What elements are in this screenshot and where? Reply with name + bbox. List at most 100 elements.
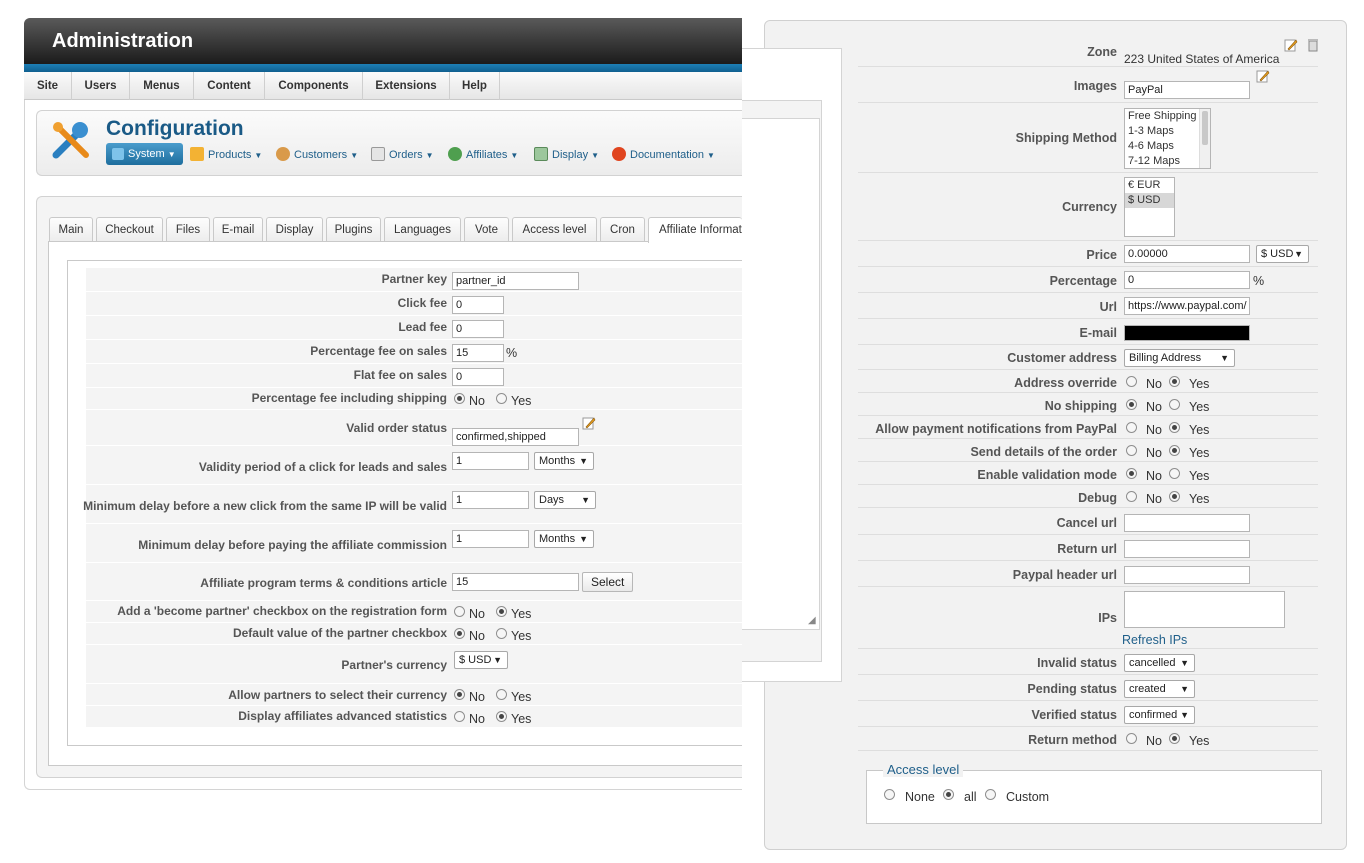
submenu-documentation[interactable]: Documentation ▼ [612, 146, 715, 164]
refresh-ips-link[interactable]: Refresh IPs [1122, 633, 1187, 647]
list-item[interactable]: 7-12 Maps [1125, 154, 1210, 168]
images-input[interactable]: PayPal [1124, 81, 1250, 99]
access-custom-radio[interactable] [985, 789, 996, 800]
list-item[interactable]: € EUR [1125, 178, 1174, 193]
verified-status-select[interactable]: confirmed ▼ [1124, 706, 1195, 724]
debug-no-radio[interactable] [1126, 491, 1137, 502]
no-shipping-yes-radio[interactable] [1169, 399, 1180, 410]
scrollbar[interactable] [1199, 109, 1210, 168]
ips-textarea[interactable] [1124, 591, 1285, 628]
list-item[interactable]: 4-6 Maps [1125, 139, 1210, 154]
become-partner-yes-radio[interactable] [496, 606, 507, 617]
trash-icon[interactable] [1306, 38, 1320, 52]
min-delay-click-unit-select[interactable]: Days ▼ [534, 491, 596, 509]
access-none-radio[interactable] [884, 789, 895, 800]
address-override-yes-radio[interactable] [1169, 376, 1180, 387]
pencil-edit-icon[interactable] [1284, 38, 1298, 52]
submenu-orders[interactable]: Orders ▼ [371, 146, 434, 164]
partner-currency-select[interactable]: $ USD ▼ [454, 651, 508, 669]
return-method-no-radio[interactable] [1126, 733, 1137, 744]
submenu-display[interactable]: Display ▼ [534, 146, 599, 164]
debug-yes-radio[interactable] [1169, 491, 1180, 502]
validity-period-input[interactable]: 1 [452, 452, 529, 470]
tab-affiliate-information[interactable]: Affiliate Information [648, 217, 742, 243]
send-details-no-radio[interactable] [1126, 445, 1137, 456]
min-delay-click-input[interactable]: 1 [452, 491, 529, 509]
menu-help[interactable]: Help [450, 72, 500, 100]
price-input[interactable]: 0.00000 [1124, 245, 1250, 263]
select-article-button[interactable]: Select [582, 572, 634, 592]
cancel-url-input[interactable] [1124, 514, 1250, 532]
click-fee-input[interactable]: 0 [452, 296, 504, 314]
list-item[interactable]: 1-3 Maps [1125, 124, 1210, 139]
menu-components[interactable]: Components [265, 72, 363, 100]
menu-users[interactable]: Users [72, 72, 130, 100]
payment-notifications-no-radio[interactable] [1126, 422, 1137, 433]
submenu-affiliates[interactable]: Affiliates ▼ [448, 146, 518, 164]
price-currency-select[interactable]: $ USD ▼ [1256, 245, 1309, 263]
header-url-input[interactable] [1124, 566, 1250, 584]
menu-site[interactable]: Site [24, 72, 72, 100]
advanced-stats-no-radio[interactable] [454, 711, 465, 722]
url-input[interactable]: https://www.paypal.com/ [1124, 297, 1250, 315]
tab-access-level[interactable]: Access level [512, 217, 597, 242]
tab-files[interactable]: Files [166, 217, 210, 242]
access-all-radio[interactable] [943, 789, 954, 800]
terms-article-input[interactable]: 15 [452, 573, 579, 591]
pct-incl-shipping-yes-radio[interactable] [496, 393, 507, 404]
partner-currency-label: Partner's currency [341, 658, 447, 672]
invalid-status-select[interactable]: cancelled ▼ [1124, 654, 1195, 672]
min-delay-pay-input[interactable]: 1 [452, 530, 529, 548]
pct-incl-shipping-no-radio[interactable] [454, 393, 465, 404]
tab-languages[interactable]: Languages [384, 217, 461, 242]
submenu-system[interactable]: System ▼ [106, 143, 183, 165]
tab-vote[interactable]: Vote [464, 217, 509, 242]
menu-extensions[interactable]: Extensions [363, 72, 450, 100]
send-details-yes-radio[interactable] [1169, 445, 1180, 456]
list-item[interactable]: Free Shipping [1125, 109, 1210, 124]
default-partner-checkbox-no-radio[interactable] [454, 628, 465, 639]
email-input-redacted[interactable] [1124, 325, 1250, 341]
advanced-stats-no-label: No [469, 712, 485, 726]
submenu-products[interactable]: Products ▼ [190, 146, 262, 164]
partner-key-input[interactable]: partner_id [452, 272, 579, 290]
menu-content[interactable]: Content [194, 72, 265, 100]
no-shipping-no-radio[interactable] [1126, 399, 1137, 410]
payment-notifications-yes-radio[interactable] [1169, 422, 1180, 433]
customer-address-select[interactable]: Billing Address ▼ [1124, 349, 1235, 367]
min-delay-pay-unit-select[interactable]: Months ▼ [534, 530, 594, 548]
resize-grip-icon[interactable]: ◢ [808, 615, 816, 626]
address-override-no-radio[interactable] [1126, 376, 1137, 387]
percentage-input[interactable]: 0 [1124, 271, 1250, 289]
tab-plugins[interactable]: Plugins [326, 217, 381, 242]
access-all-label: all [964, 790, 977, 804]
allow-select-currency-no-radio[interactable] [454, 689, 465, 700]
default-partner-checkbox-yes-radio[interactable] [496, 628, 507, 639]
lead-fee-input[interactable]: 0 [452, 320, 504, 338]
list-item-selected[interactable]: $ USD [1125, 193, 1174, 208]
pencil-edit-icon[interactable] [582, 416, 596, 430]
return-url-input[interactable] [1124, 540, 1250, 558]
validation-mode-no-radio[interactable] [1126, 468, 1137, 479]
tab-checkout[interactable]: Checkout [96, 217, 163, 242]
pencil-edit-icon[interactable] [1256, 69, 1270, 83]
valid-order-status-input[interactable]: confirmed,shipped [452, 428, 579, 446]
return-method-yes-radio[interactable] [1169, 733, 1180, 744]
allow-select-currency-yes-radio[interactable] [496, 689, 507, 700]
tab-email[interactable]: E-mail [213, 217, 263, 242]
shipping-method-listbox[interactable]: Free Shipping 1-3 Maps 4-6 Maps 7-12 Map… [1124, 108, 1211, 169]
advanced-stats-yes-radio[interactable] [496, 711, 507, 722]
percentage-fee-input[interactable]: 15 [452, 344, 504, 362]
validity-period-unit-select[interactable]: Months ▼ [534, 452, 594, 470]
validation-mode-yes-radio[interactable] [1169, 468, 1180, 479]
tab-display[interactable]: Display [266, 217, 323, 242]
currency-listbox[interactable]: € EUR $ USD [1124, 177, 1175, 237]
tab-cron[interactable]: Cron [600, 217, 645, 242]
flat-fee-input[interactable]: 0 [452, 368, 504, 386]
pct-incl-shipping-yes-label: Yes [511, 394, 532, 408]
submenu-customers[interactable]: Customers ▼ [276, 146, 358, 164]
become-partner-no-radio[interactable] [454, 606, 465, 617]
menu-menus[interactable]: Menus [130, 72, 194, 100]
pending-status-select[interactable]: created ▼ [1124, 680, 1195, 698]
tab-main[interactable]: Main [49, 217, 93, 242]
